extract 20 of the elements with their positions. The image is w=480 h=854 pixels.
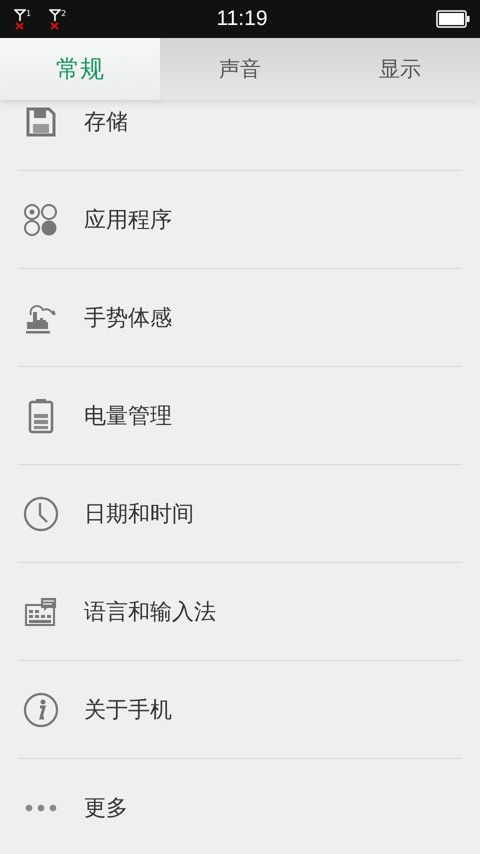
more-dots-icon bbox=[25, 804, 57, 812]
clock-time: 11:19 bbox=[216, 7, 268, 31]
sim-number: 2 bbox=[61, 10, 66, 18]
circles-icon bbox=[23, 202, 59, 236]
settings-item[interactable]: 语言和输入法 bbox=[18, 563, 462, 661]
settings-item[interactable]: 更多 bbox=[18, 759, 462, 854]
tab[interactable]: 声音 bbox=[160, 38, 320, 100]
battery-icon bbox=[28, 398, 54, 434]
battery-icon bbox=[436, 10, 470, 28]
settings-item[interactable]: 日期和时间 bbox=[18, 465, 462, 563]
tab[interactable]: 显示 bbox=[320, 38, 480, 100]
info-icon bbox=[23, 692, 59, 728]
clock-icon bbox=[23, 496, 59, 532]
settings-item[interactable]: 存储 bbox=[18, 100, 462, 171]
settings-item[interactable]: 手势体感 bbox=[18, 269, 462, 367]
keyboard-icon bbox=[25, 596, 57, 626]
settings-item[interactable]: 关于手机 bbox=[18, 661, 462, 759]
settings-item[interactable]: 电量管理 bbox=[18, 367, 462, 465]
settings-item[interactable]: 应用程序 bbox=[18, 171, 462, 269]
sim-number: 1 bbox=[26, 10, 32, 18]
